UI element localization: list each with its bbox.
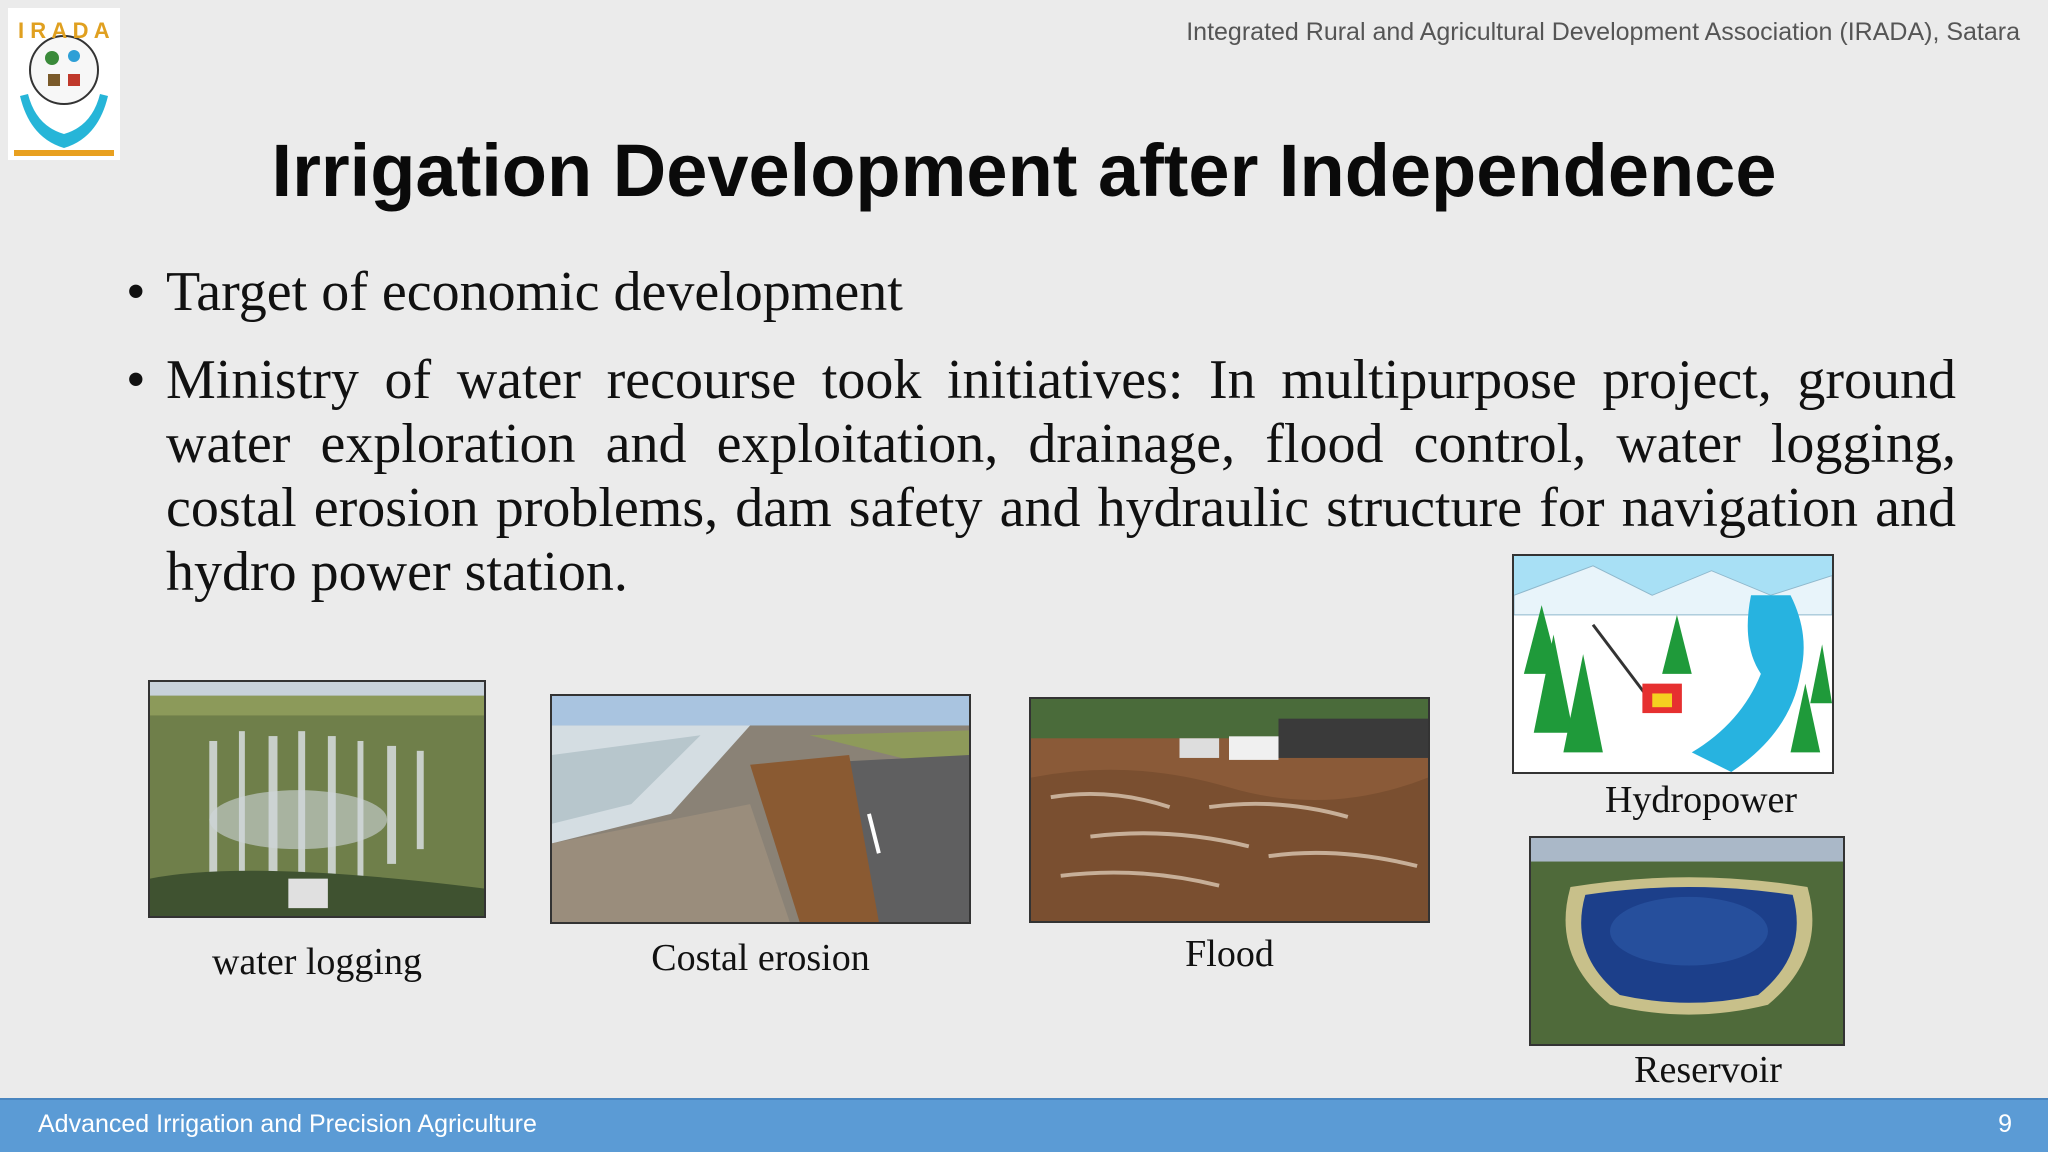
bullet-text: Target of economic development	[166, 261, 903, 323]
image-caption: Hydropower	[1604, 779, 1798, 821]
bullet-symbol: •	[126, 261, 146, 323]
reservoir-aerial-image	[1529, 836, 1845, 1046]
image-caption: water logging	[211, 941, 422, 983]
image-caption: Costal erosion	[651, 937, 870, 979]
hydropower-diagram-image	[1512, 554, 1834, 774]
bullet-symbol: •	[126, 349, 146, 411]
svg-text:I R A D A: I R A D A	[18, 18, 110, 43]
flooded-street-image	[1029, 697, 1430, 923]
slide-title: Irrigation Development after Independenc…	[271, 129, 1777, 212]
organization-name: Integrated Rural and Agricultural Develo…	[1186, 18, 2020, 46]
page-number: 9	[1998, 1110, 2012, 1138]
coastal-erosion-image	[550, 694, 971, 924]
image-caption: Flood	[1185, 933, 1274, 975]
image-caption: Reservoir	[1634, 1049, 1782, 1091]
footer-course-title: Advanced Irrigation and Precision Agricu…	[38, 1110, 537, 1138]
waterlogged-field-image	[148, 680, 486, 918]
